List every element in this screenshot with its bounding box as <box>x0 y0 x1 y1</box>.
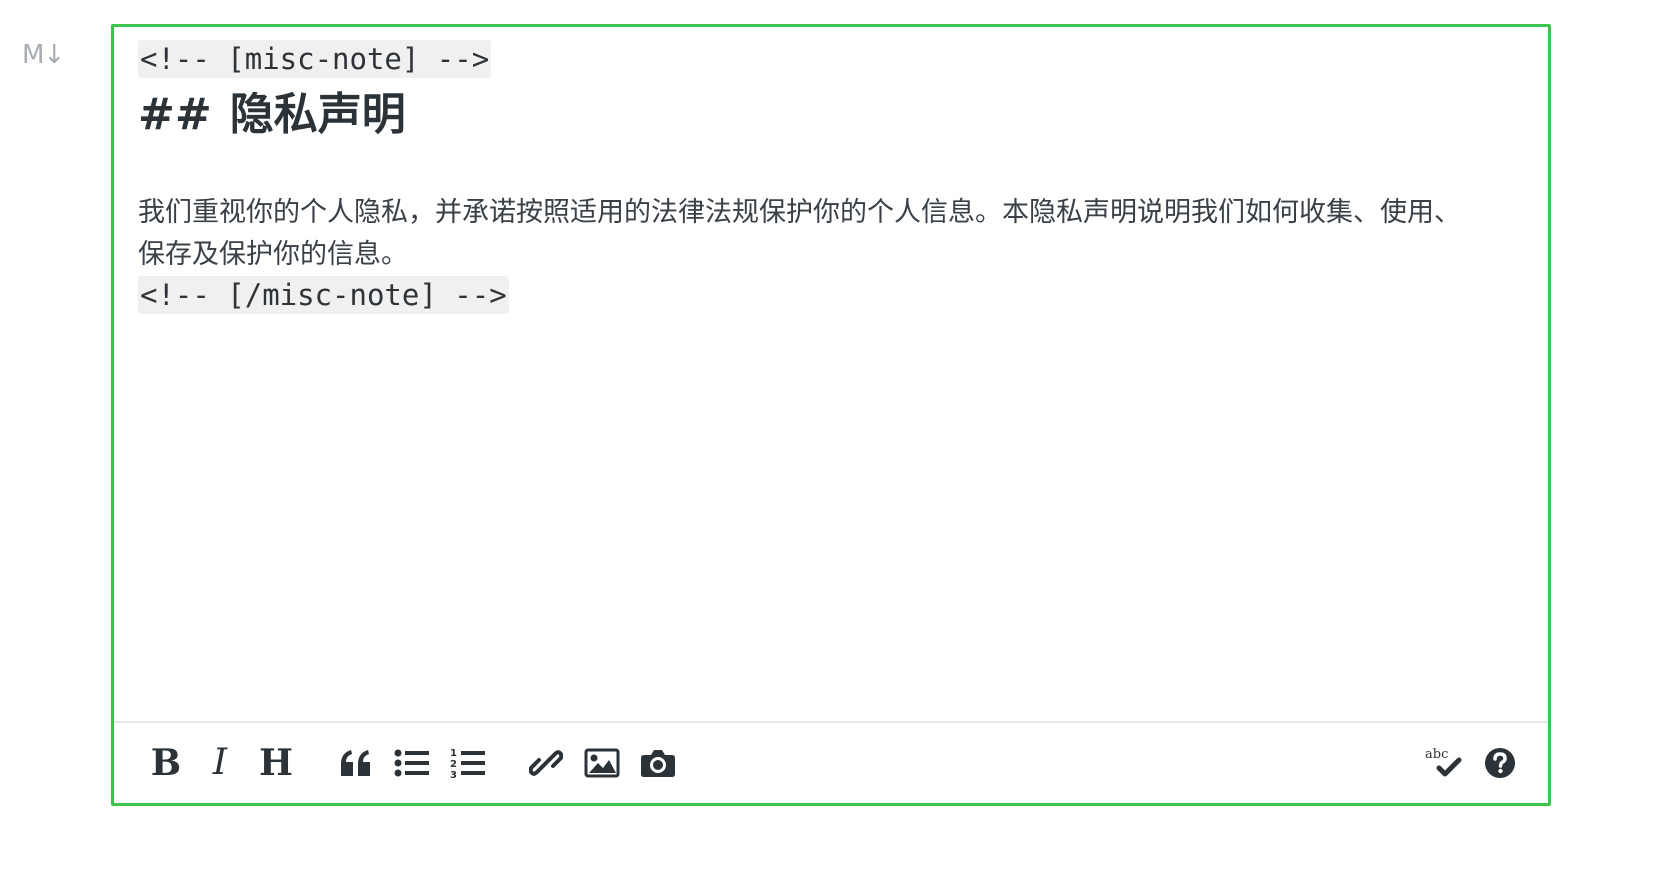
svg-text:2: 2 <box>450 759 457 770</box>
spellcheck-label: abc <box>1425 747 1448 762</box>
quote-icon <box>341 750 370 776</box>
bold-icon: B <box>150 742 182 784</box>
svg-text:3: 3 <box>450 770 457 780</box>
spellcheck-button[interactable]: abc <box>1420 741 1470 785</box>
italic-icon: I <box>212 742 228 783</box>
quote-button[interactable] <box>334 741 378 785</box>
italic-button[interactable]: I <box>198 741 242 785</box>
markdown-editor[interactable]: <!-- [misc-note] --> ## 隐私声明 我们重视你的个人隐私，并… <box>111 24 1551 806</box>
image-icon <box>584 748 620 778</box>
image-button[interactable] <box>580 741 624 785</box>
editor-content[interactable]: <!-- [misc-note] --> ## 隐私声明 我们重视你的个人隐私，并… <box>138 39 1488 314</box>
link-icon <box>529 750 563 776</box>
heading-icon: H <box>258 742 293 784</box>
svg-text:1: 1 <box>450 748 457 759</box>
heading-hash: ## <box>138 89 212 140</box>
open-comment-line: <!-- [misc-note] --> <box>138 40 492 78</box>
numbered-list-icon: 1 2 3 <box>450 748 485 780</box>
help-button[interactable] <box>1478 741 1522 785</box>
camera-button[interactable] <box>636 741 680 785</box>
spellcheck-icon: abc <box>1425 747 1462 777</box>
heading-line: ## 隐私声明 <box>138 84 1488 146</box>
help-icon <box>1485 748 1515 778</box>
markdown-badge: M↓ <box>22 40 65 70</box>
close-comment-line: <!-- [/misc-note] --> <box>138 276 509 314</box>
bold-button[interactable]: B <box>144 741 188 785</box>
heading-text: 隐私声明 <box>229 89 406 140</box>
paragraph-text: 我们重视你的个人隐私，并承诺按照适用的法律法规保护你的个人信息。本隐私声明说明我… <box>138 197 1461 270</box>
numbered-list-button[interactable]: 1 2 3 <box>446 741 490 785</box>
heading-button[interactable]: H <box>254 741 298 785</box>
camera-icon <box>641 750 675 777</box>
editor-toolbar: B I H 1 2 3 abc <box>114 721 1548 803</box>
link-button[interactable] <box>524 741 568 785</box>
bullet-list-icon <box>394 749 429 777</box>
bullet-list-button[interactable] <box>390 741 434 785</box>
